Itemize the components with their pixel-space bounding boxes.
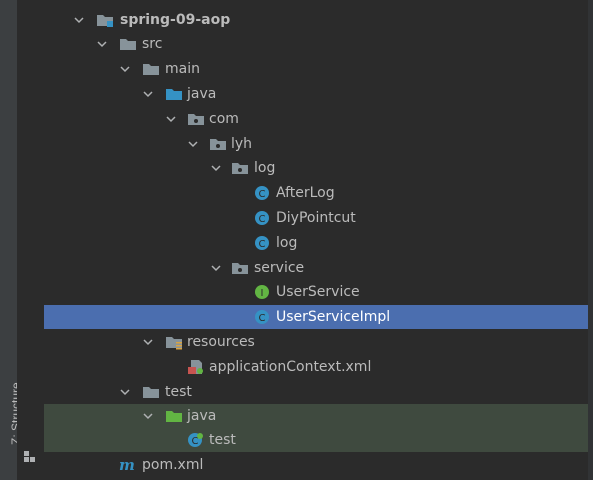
- chevron-down-icon[interactable]: [166, 114, 176, 124]
- tree-node-class[interactable]: C AfterLog: [44, 181, 588, 205]
- spring-xml-file-icon: [187, 359, 205, 375]
- structure-tool-tab[interactable]: Z: Structure: [0, 365, 23, 445]
- project-tree: spring-09-aop src main java com lyh log …: [44, 0, 588, 480]
- tree-node-label: com: [209, 111, 239, 127]
- tree-node-package[interactable]: lyh: [44, 132, 588, 156]
- class-icon: C: [254, 235, 272, 251]
- package-icon: [187, 111, 205, 127]
- tree-node-label: DiyPointcut: [276, 210, 356, 226]
- chevron-down-icon[interactable]: [143, 89, 153, 99]
- tree-node-module[interactable]: spring-09-aop: [44, 8, 588, 32]
- chevron-down-icon[interactable]: [143, 411, 153, 421]
- svg-text:C: C: [259, 313, 266, 324]
- chevron-down-icon[interactable]: [211, 263, 221, 273]
- folder-icon: [119, 36, 137, 52]
- maven-pom-icon: m: [119, 456, 137, 474]
- chevron-down-icon[interactable]: [143, 337, 153, 347]
- tree-node-label: test: [209, 432, 236, 448]
- tree-node-package[interactable]: com: [44, 107, 588, 131]
- tree-node-label: main: [165, 61, 200, 77]
- tree-node-source-root[interactable]: java: [44, 82, 588, 106]
- tree-node-package[interactable]: service: [44, 256, 588, 280]
- chevron-down-icon[interactable]: [211, 163, 221, 173]
- test-source-root-folder-icon: [165, 408, 183, 424]
- test-class-icon: C: [187, 432, 205, 448]
- tree-node-label: UserService: [276, 284, 360, 300]
- tree-node-class[interactable]: C DiyPointcut: [44, 206, 588, 230]
- svg-text:C: C: [259, 239, 266, 250]
- left-tool-stripe: Z: Structure: [0, 0, 23, 480]
- tree-node-interface[interactable]: I UserService: [44, 280, 588, 304]
- svg-text:C: C: [259, 189, 266, 200]
- tree-node-label: resources: [187, 334, 255, 350]
- tree-node-label: java: [187, 408, 217, 424]
- tree-node-label: pom.xml: [142, 457, 204, 473]
- tree-node-folder[interactable]: main: [44, 57, 588, 81]
- tree-node-resources-root[interactable]: resources: [44, 330, 588, 354]
- chevron-down-icon[interactable]: [74, 15, 84, 25]
- tree-node-label: src: [142, 36, 163, 52]
- tree-node-test-source-root[interactable]: java: [44, 404, 588, 428]
- folder-icon: [142, 61, 160, 77]
- tree-node-label: test: [165, 384, 192, 400]
- tree-node-label: applicationContext.xml: [209, 359, 372, 375]
- class-icon: C: [254, 210, 272, 226]
- tree-node-maven-file[interactable]: m pom.xml: [44, 453, 588, 477]
- interface-icon: I: [254, 284, 272, 300]
- tree-node-label: service: [254, 260, 305, 276]
- tree-node-label: log: [276, 235, 298, 251]
- svg-text:C: C: [192, 436, 199, 447]
- source-root-folder-icon: [165, 86, 183, 102]
- structure-icon[interactable]: [24, 451, 36, 463]
- resources-folder-icon: [165, 334, 183, 350]
- chevron-down-icon[interactable]: [188, 139, 198, 149]
- package-icon: [231, 160, 249, 176]
- tree-node-package[interactable]: log: [44, 156, 588, 180]
- svg-text:C: C: [259, 214, 266, 225]
- class-icon: C: [254, 185, 272, 201]
- tree-node-test-class[interactable]: C test: [44, 428, 588, 452]
- tree-node-xml-file[interactable]: applicationContext.xml: [44, 355, 588, 379]
- gutter: [17, 0, 44, 480]
- tree-node-class[interactable]: C log: [44, 231, 588, 255]
- chevron-down-icon[interactable]: [97, 39, 107, 49]
- tree-node-folder[interactable]: src: [44, 32, 588, 56]
- tree-node-label: UserServiceImpl: [276, 309, 391, 325]
- module-folder-icon: [96, 12, 114, 28]
- tree-node-folder[interactable]: test: [44, 380, 588, 404]
- tree-node-label: java: [187, 86, 217, 102]
- chevron-down-icon[interactable]: [120, 64, 130, 74]
- tree-node-class-selected[interactable]: C UserServiceImpl: [44, 305, 588, 329]
- tree-node-label: log: [254, 160, 276, 176]
- tree-node-label: AfterLog: [276, 185, 335, 201]
- tree-node-label: spring-09-aop: [120, 12, 231, 28]
- tree-node-label: lyh: [231, 136, 253, 152]
- svg-text:I: I: [261, 288, 264, 299]
- chevron-down-icon[interactable]: [120, 387, 130, 397]
- folder-icon: [142, 384, 160, 400]
- class-icon: C: [254, 309, 272, 325]
- package-icon: [209, 136, 227, 152]
- package-icon: [231, 260, 249, 276]
- svg-text:m: m: [119, 457, 135, 473]
- vertical-splitter[interactable]: [588, 0, 593, 480]
